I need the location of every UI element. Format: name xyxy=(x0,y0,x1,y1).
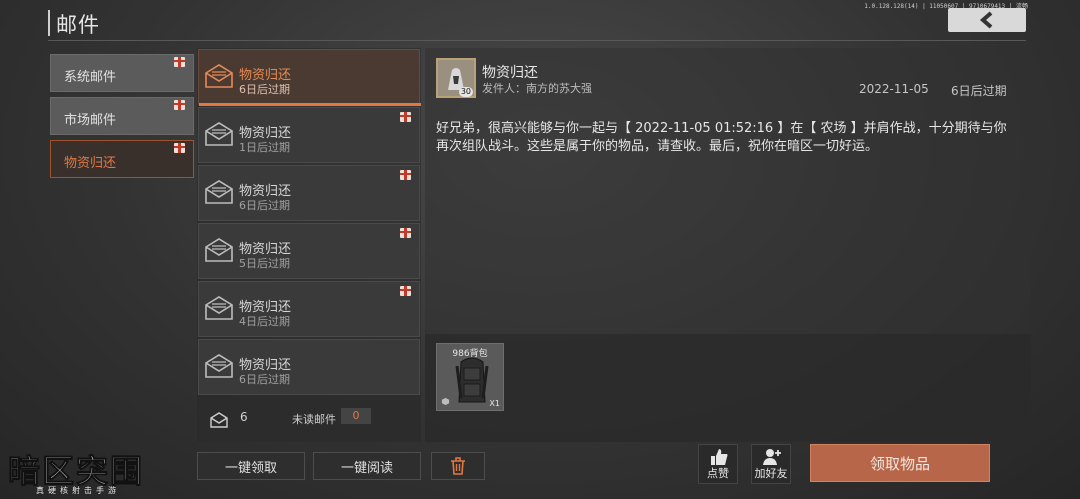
mail-item[interactable]: 物资归还 6日后过期 xyxy=(198,165,420,221)
mail-item[interactable]: 物资归还 6日后过期 xyxy=(198,49,421,106)
mail-envelope-icon xyxy=(205,180,233,204)
category-label: 物资归还 xyxy=(64,156,117,171)
mail-envelope-icon xyxy=(205,122,233,146)
mail-count: 6 xyxy=(240,410,248,424)
backpack-icon xyxy=(455,357,489,403)
category-label: 市场邮件 xyxy=(64,113,117,128)
attachment-item[interactable]: 986背包 X1 xyxy=(436,343,504,411)
chevron-left-icon xyxy=(979,11,993,29)
trash-icon xyxy=(451,457,465,475)
gift-icon xyxy=(174,100,185,110)
mail-item[interactable]: 物资归还 6日后过期 xyxy=(198,339,420,395)
add-friend-button[interactable]: 加好友 xyxy=(751,444,791,484)
mail-expire: 5日后过期 xyxy=(239,257,290,270)
gift-icon xyxy=(174,143,185,153)
unread-label: 未读邮件 xyxy=(292,413,336,426)
like-label: 点赞 xyxy=(707,467,729,480)
mail-item[interactable]: 物资归还 4日后过期 xyxy=(198,281,420,337)
gift-icon xyxy=(400,112,411,122)
mail-expire: 1日后过期 xyxy=(239,141,290,154)
category-tab-supply-return[interactable]: 物资归还 xyxy=(50,140,194,178)
header-divider xyxy=(48,40,1026,41)
back-button[interactable] xyxy=(948,8,1026,32)
avatar-level: 30 xyxy=(458,87,473,97)
mail-expire: 6日后过期 xyxy=(239,199,290,212)
mail-envelope-icon xyxy=(205,296,233,320)
gift-icon xyxy=(174,57,185,67)
mail-body: 好兄弟，很高兴能够与你一起与【 2022-11-05 01:52:16 】在【 … xyxy=(436,121,1007,154)
gift-icon xyxy=(400,286,411,296)
unread-count-badge: 0 xyxy=(341,408,371,424)
mail-detail-expire: 6日后过期 xyxy=(951,84,1007,98)
mail-sender: 发件人：南方的苏大强 xyxy=(482,82,592,95)
mail-item[interactable]: 物资归还 5日后过期 xyxy=(198,223,420,279)
header-accent-bar xyxy=(48,10,50,36)
add-friend-label: 加好友 xyxy=(754,467,788,480)
mail-envelope-icon xyxy=(205,354,233,378)
gift-icon xyxy=(400,170,411,180)
game-logo: 暗区突围 真硬核射击手游 xyxy=(6,444,170,499)
mail-item[interactable]: 物资归还 1日后过期 xyxy=(198,107,420,163)
active-underline xyxy=(199,103,421,106)
like-button[interactable]: 点赞 xyxy=(698,444,738,484)
mail-expire: 4日后过期 xyxy=(239,315,290,328)
page-title: 邮件 xyxy=(56,13,100,37)
category-tab-market[interactable]: 市场邮件 xyxy=(50,97,194,135)
attachment-area xyxy=(425,334,1031,442)
mail-summary: 6 未读邮件 0 xyxy=(198,400,420,442)
mail-date: 2022-11-05 xyxy=(859,82,929,96)
mailbox-icon xyxy=(210,412,228,428)
cube-icon xyxy=(441,397,450,406)
sender-avatar[interactable]: 30 xyxy=(436,58,476,98)
mail-expire: 6日后过期 xyxy=(239,373,290,386)
attachment-qty: X1 xyxy=(489,399,500,408)
thumbs-up-icon xyxy=(711,449,728,465)
mail-envelope-icon xyxy=(205,238,233,262)
add-friend-icon xyxy=(763,449,781,465)
gift-icon xyxy=(400,228,411,238)
delete-button[interactable] xyxy=(431,452,485,480)
read-all-button[interactable]: 一键阅读 xyxy=(313,452,421,480)
claim-all-button[interactable]: 一键领取 xyxy=(197,452,305,480)
logo-tagline: 真硬核射击手游 xyxy=(36,486,120,495)
claim-items-button[interactable]: 领取物品 xyxy=(810,444,990,482)
mail-detail-title: 物资归还 xyxy=(482,65,538,81)
mail-expire: 6日后过期 xyxy=(239,83,290,96)
category-tab-system[interactable]: 系统邮件 xyxy=(50,54,194,92)
mail-envelope-icon xyxy=(205,64,233,88)
category-label: 系统邮件 xyxy=(64,70,117,85)
